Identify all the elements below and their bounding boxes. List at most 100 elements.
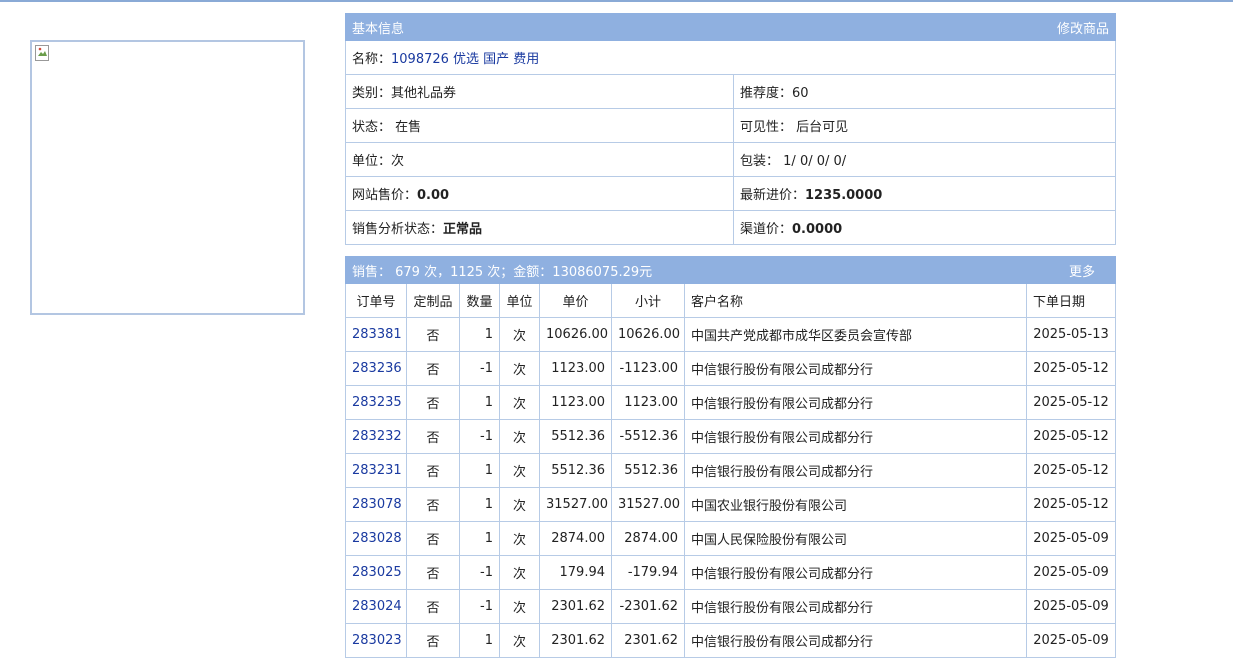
qty-cell: 1 xyxy=(484,497,493,512)
qty-cell-td: -1 xyxy=(459,589,500,624)
order-id-link[interactable]: 283235 xyxy=(352,395,402,410)
order-id-link[interactable]: 283024 xyxy=(352,599,402,614)
more-link[interactable]: 更多 xyxy=(1069,261,1095,280)
subtotal-cell: -1123.00 xyxy=(619,361,678,376)
customer-cell: 中信银行股份有限公司成都分行 xyxy=(691,397,874,412)
price-cell-td: 5512.36 xyxy=(539,419,612,454)
date-cell: 2025-05-09 xyxy=(1033,531,1109,546)
name-value-link[interactable]: 1098726 优选 国产 费用 xyxy=(391,52,539,67)
latest-cost-label: 最新进价： xyxy=(740,188,806,203)
custom-cell: 否 xyxy=(426,601,440,616)
date-cell-td: 2025-05-12 xyxy=(1025,419,1117,454)
customer-cell-td: 中信银行股份有限公司成都分行 xyxy=(684,351,1027,386)
customer-cell: 中信银行股份有限公司成都分行 xyxy=(691,465,874,480)
qty-cell: 1 xyxy=(484,531,493,546)
unit-cell: 次 xyxy=(512,635,526,650)
customer-cell: 中国农业银行股份有限公司 xyxy=(691,499,848,514)
unit-cell: 次 xyxy=(512,499,526,514)
price-cell: 2301.62 xyxy=(551,633,605,648)
sales-table: 销售： 679 次，1125 次；金额：13086075.29元 更多 订单号 … xyxy=(344,256,1117,658)
custom-cell-td: 否 xyxy=(406,589,460,624)
order-id-link[interactable]: 283023 xyxy=(352,633,402,648)
price-cell-td: 1123.00 xyxy=(539,385,612,420)
top-border xyxy=(0,0,1233,2)
qty-cell: -1 xyxy=(480,599,493,614)
price-cell-td: 5512.36 xyxy=(539,453,612,488)
date-cell: 2025-05-12 xyxy=(1033,497,1109,512)
price-cell: 2301.62 xyxy=(551,599,605,614)
edit-product-link[interactable]: 修改商品 xyxy=(1057,18,1109,37)
table-row: 283024 否 -1 次 2301.62 -2301.62 中信银行股份有限公司成都分行 2… xyxy=(345,589,1117,624)
order-id-td: 283025 xyxy=(345,555,407,590)
unit-cell: 次 xyxy=(512,567,526,582)
site-price-value: 0.00 xyxy=(417,188,450,203)
unit-cell-td: 次 xyxy=(499,419,540,454)
date-cell: 2025-05-13 xyxy=(1033,327,1109,342)
qty-cell: 1 xyxy=(484,395,493,410)
order-id-link[interactable]: 283236 xyxy=(352,361,402,376)
unit-cell-td: 次 xyxy=(499,453,540,488)
subtotal-cell-td: 10626.00 xyxy=(611,317,685,352)
recommend-label: 推荐度： xyxy=(740,86,793,101)
site-price-label: 网站售价： xyxy=(352,188,418,203)
custom-cell-td: 否 xyxy=(406,453,460,488)
custom-cell: 否 xyxy=(426,431,440,446)
subtotal-cell: 5512.36 xyxy=(624,463,678,478)
qty-cell-td: -1 xyxy=(459,351,500,386)
status-value: 在售 xyxy=(395,120,422,135)
order-id-link[interactable]: 283078 xyxy=(352,497,402,512)
customer-cell-td: 中信银行股份有限公司成都分行 xyxy=(684,419,1027,454)
col-price: 单价 xyxy=(539,283,612,318)
table-row: 283025 否 -1 次 179.94 -179.94 中信银行股份有限公司成都分行 202… xyxy=(345,555,1117,590)
price-cell-td: 2301.62 xyxy=(539,623,612,658)
order-id-link[interactable]: 283028 xyxy=(352,531,402,546)
category-label: 类别： xyxy=(352,86,392,101)
date-cell: 2025-05-09 xyxy=(1033,633,1109,648)
custom-cell-td: 否 xyxy=(406,487,460,522)
broken-image-icon xyxy=(35,45,49,61)
custom-cell: 否 xyxy=(426,499,440,514)
col-order-id: 订单号 xyxy=(345,283,407,318)
qty-cell: 1 xyxy=(484,463,493,478)
order-id-link[interactable]: 283231 xyxy=(352,463,402,478)
sales-status-label: 销售分析状态： xyxy=(352,222,444,237)
customer-cell: 中信银行股份有限公司成都分行 xyxy=(691,567,874,582)
date-cell: 2025-05-12 xyxy=(1033,361,1109,376)
subtotal-cell: 1123.00 xyxy=(624,395,678,410)
subtotal-cell: 2301.62 xyxy=(624,633,678,648)
table-row: 283028 否 1 次 2874.00 2874.00 中国人民保险股份有限公司 2025-… xyxy=(345,521,1117,556)
basic-info-table: 基本信息 修改商品 名称：1098726 优选 国产 费用 类别：其他礼品券 推… xyxy=(345,13,1116,245)
custom-cell: 否 xyxy=(426,329,440,344)
name-cell: 名称：1098726 优选 国产 费用 xyxy=(345,40,1116,75)
order-id-link[interactable]: 283232 xyxy=(352,429,402,444)
date-cell-td: 2025-05-09 xyxy=(1025,521,1117,556)
custom-cell-td: 否 xyxy=(406,521,460,556)
price-cell: 1123.00 xyxy=(551,361,605,376)
subtotal-cell: 2874.00 xyxy=(624,531,678,546)
table-row: 283231 否 1 次 5512.36 5512.36 中信银行股份有限公司成都分行 202… xyxy=(345,453,1117,488)
unit-cell-td: 次 xyxy=(499,351,540,386)
unit-label: 单位： xyxy=(352,154,392,169)
customer-cell: 中信银行股份有限公司成都分行 xyxy=(691,601,874,616)
date-cell-td: 2025-05-09 xyxy=(1025,555,1117,590)
table-row: 283235 否 1 次 1123.00 1123.00 中信银行股份有限公司成都分行 202… xyxy=(345,385,1117,420)
table-row: 283236 否 -1 次 1123.00 -1123.00 中信银行股份有限公司成都分行 2… xyxy=(345,351,1117,386)
custom-cell: 否 xyxy=(426,363,440,378)
order-id-link[interactable]: 283381 xyxy=(352,327,402,342)
customer-cell: 中信银行股份有限公司成都分行 xyxy=(691,635,874,650)
col-unit: 单位 xyxy=(499,283,540,318)
date-cell-td: 2025-05-12 xyxy=(1025,385,1117,420)
price-cell-td: 31527.00 xyxy=(539,487,612,522)
recommend-cell: 推荐度：60 xyxy=(733,74,1116,109)
price-cell: 1123.00 xyxy=(551,395,605,410)
price-cell-td: 2874.00 xyxy=(539,521,612,556)
subtotal-cell-td: 2301.62 xyxy=(611,623,685,658)
category-cell: 类别：其他礼品券 xyxy=(345,74,734,109)
order-id-link[interactable]: 283025 xyxy=(352,565,402,580)
customer-cell: 中信银行股份有限公司成都分行 xyxy=(691,431,874,446)
custom-cell-td: 否 xyxy=(406,317,460,352)
channel-price-value: 0.0000 xyxy=(792,222,843,237)
custom-cell: 否 xyxy=(426,635,440,650)
unit-cell: 次 xyxy=(512,533,526,548)
custom-cell-td: 否 xyxy=(406,351,460,386)
